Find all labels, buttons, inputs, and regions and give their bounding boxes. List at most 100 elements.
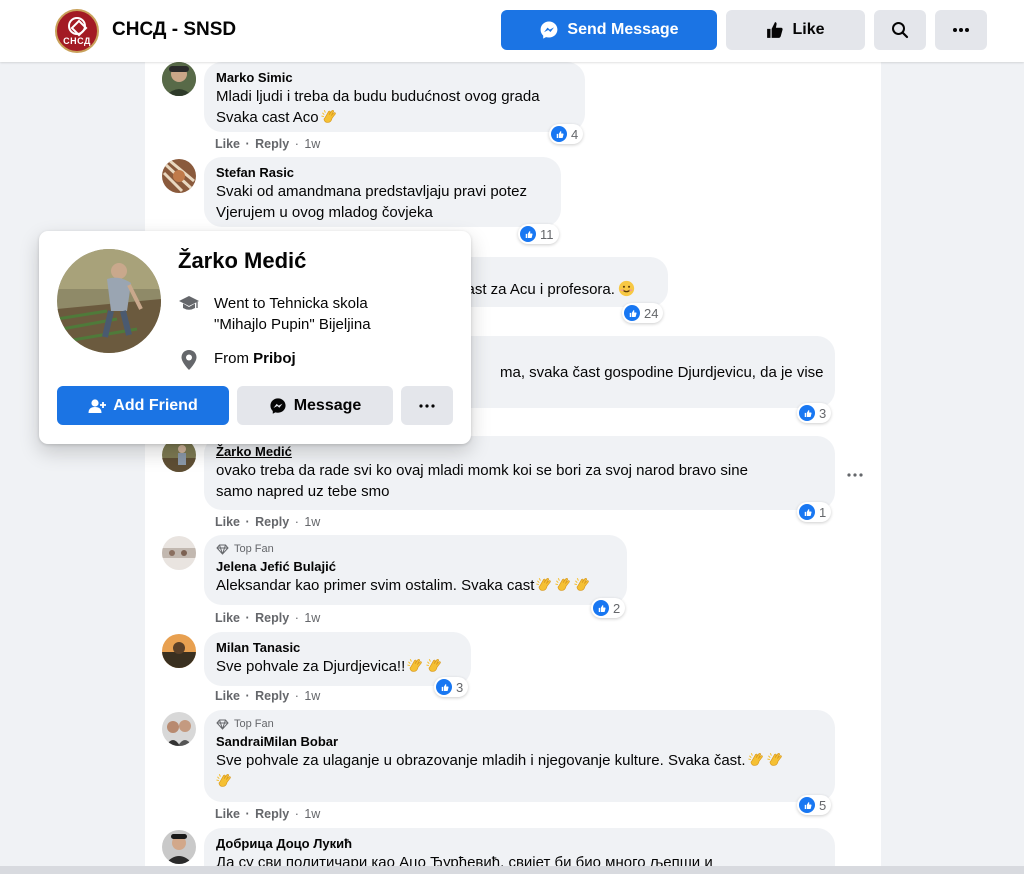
add-friend-button[interactable]: Add Friend bbox=[57, 386, 229, 425]
thumbs-up-icon bbox=[767, 22, 784, 38]
comment-timestamp[interactable]: 1w bbox=[304, 807, 320, 821]
search-button[interactable] bbox=[874, 10, 926, 50]
comment-bubble: Marko Simic Mladi ljudi i treba da budu … bbox=[204, 62, 585, 132]
comments-feed: Marko Simic Mladi ljudi i treba da budu … bbox=[145, 62, 881, 874]
avatar[interactable] bbox=[162, 830, 196, 864]
comment-timestamp[interactable]: 1w bbox=[304, 689, 320, 703]
more-dots-icon bbox=[953, 28, 969, 32]
add-friend-label: Add Friend bbox=[113, 396, 198, 414]
page-like-button[interactable]: Like bbox=[726, 10, 865, 50]
avatar[interactable] bbox=[162, 712, 196, 746]
hovercard-name[interactable]: Žarko Medić bbox=[178, 248, 306, 274]
comment-bubble: Žarko Medić ovako treba da rade svi ko o… bbox=[204, 436, 835, 510]
comment-bubble: Top Fan Jelena Jefić Bulajić Aleksandar … bbox=[204, 535, 627, 605]
comment-text: Sve pohvale za Djurdjevica!! bbox=[216, 658, 406, 675]
graduation-cap-icon bbox=[179, 296, 199, 310]
like-reaction-icon bbox=[799, 797, 815, 813]
like-action[interactable]: Like bbox=[215, 807, 240, 821]
reaction-count[interactable]: 4 bbox=[549, 124, 584, 144]
comment-text: ma, svaka čast gospodine Djurdjevicu, da… bbox=[500, 364, 824, 381]
comment-timestamp[interactable]: 1w bbox=[304, 515, 320, 529]
from-prefix: From bbox=[214, 350, 249, 367]
message-button[interactable]: Message bbox=[237, 386, 393, 425]
like-action[interactable]: Like bbox=[215, 515, 240, 529]
avatar[interactable] bbox=[162, 159, 196, 193]
more-options-button[interactable] bbox=[935, 10, 987, 50]
search-icon bbox=[892, 22, 909, 39]
top-fan-badge: Top Fan bbox=[216, 717, 823, 732]
comment-actions: Like · Reply · 1w bbox=[215, 515, 321, 529]
send-message-label: Send Message bbox=[567, 21, 679, 38]
reaction-count[interactable]: 1 bbox=[797, 502, 832, 522]
comment-timestamp[interactable]: 1w bbox=[304, 611, 320, 625]
comment-text-line: Svaka cast Aco bbox=[216, 109, 319, 126]
avatar[interactable] bbox=[162, 634, 196, 668]
comment-actions: Like · Reply · 1w bbox=[215, 137, 321, 151]
comment-author[interactable]: Jelena Jefić Bulajić bbox=[216, 558, 615, 575]
clapping-hands-icon bbox=[426, 657, 443, 674]
comment-text-line: Vjerujem u ovog mladog čovjeka bbox=[216, 204, 433, 221]
like-reaction-icon bbox=[593, 600, 609, 616]
page-title[interactable]: СНСД - SNSD bbox=[112, 19, 236, 41]
comment-bubble: Stefan Rasic Svaki od amandmana predstav… bbox=[204, 157, 561, 227]
comment-author[interactable]: Stefan Rasic bbox=[216, 164, 549, 181]
reaction-count[interactable]: 2 bbox=[591, 598, 626, 618]
comment-author[interactable]: Добрица Доцо Лукић bbox=[216, 835, 823, 852]
comment-text-line: samo napred uz tebe smo bbox=[216, 483, 390, 500]
page-logo[interactable]: СНСД bbox=[55, 9, 99, 53]
like-reaction-icon bbox=[799, 504, 815, 520]
smiling-face-icon bbox=[618, 280, 635, 297]
send-message-button[interactable]: Send Message bbox=[501, 10, 717, 50]
comment-author[interactable]: SandraiMilan Bobar bbox=[216, 733, 823, 750]
bottom-scroll-area bbox=[0, 866, 1024, 874]
like-label: Like bbox=[792, 21, 825, 38]
clapping-hands-icon bbox=[574, 576, 591, 593]
comment-text: Sve pohvale za ulaganje u obrazovanje ml… bbox=[216, 752, 746, 769]
like-action[interactable]: Like bbox=[215, 611, 240, 625]
diamond-icon bbox=[216, 544, 229, 555]
location-pin-icon bbox=[181, 350, 197, 370]
comment-timestamp[interactable]: 1w bbox=[304, 137, 320, 151]
reaction-count[interactable]: 3 bbox=[434, 677, 469, 697]
reply-action[interactable]: Reply bbox=[255, 611, 289, 625]
clapping-hands-icon bbox=[536, 576, 553, 593]
like-action[interactable]: Like bbox=[215, 689, 240, 703]
comment-text: Mladi ljudi i treba da budu budućnost ov… bbox=[216, 88, 540, 105]
reaction-count[interactable]: 3 bbox=[797, 403, 832, 423]
hometown-link[interactable]: Priboj bbox=[253, 350, 296, 367]
comment-author[interactable]: Žarko Medić bbox=[216, 443, 823, 460]
more-dots-icon bbox=[847, 473, 863, 477]
reply-action[interactable]: Reply bbox=[255, 137, 289, 151]
comment-actions: Like · Reply · 1w bbox=[215, 807, 321, 821]
reaction-count[interactable]: 5 bbox=[797, 795, 832, 815]
clapping-hands-icon bbox=[748, 751, 765, 768]
reply-action[interactable]: Reply bbox=[255, 689, 289, 703]
like-action[interactable]: Like bbox=[215, 137, 240, 151]
comment-author[interactable]: Marko Simic bbox=[216, 69, 573, 86]
hometown-row: From Priboj bbox=[178, 348, 296, 371]
reply-action[interactable]: Reply bbox=[255, 807, 289, 821]
clapping-hands-icon bbox=[767, 751, 784, 768]
comment-bubble: Milan Tanasic Sve pohvale za Djurdjevica… bbox=[204, 632, 471, 686]
comment-bubble: Top Fan SandraiMilan Bobar Sve pohvale z… bbox=[204, 710, 835, 802]
reaction-count[interactable]: 24 bbox=[622, 303, 664, 323]
comment-author[interactable]: Milan Tanasic bbox=[216, 639, 459, 656]
clapping-hands-icon bbox=[216, 772, 233, 789]
education-row: Went to Tehnicka skola "Mihajlo Pupin" B… bbox=[178, 293, 371, 335]
comment-options-button[interactable] bbox=[847, 464, 863, 480]
comment-actions: Like · Reply · 1w bbox=[215, 689, 321, 703]
reply-action[interactable]: Reply bbox=[255, 515, 289, 529]
message-label: Message bbox=[293, 396, 362, 414]
like-reaction-icon bbox=[436, 679, 452, 695]
more-dots-icon bbox=[419, 403, 435, 408]
hovercard-more-button[interactable] bbox=[401, 386, 453, 425]
comment-text: čast za Acu i profesora. bbox=[459, 281, 615, 298]
like-reaction-icon bbox=[551, 126, 567, 142]
education-line: "Mihajlo Pupin" Bijeljina bbox=[214, 316, 371, 333]
avatar[interactable] bbox=[162, 62, 196, 96]
logo-emblem-icon bbox=[68, 16, 86, 35]
clapping-hands-icon bbox=[321, 108, 338, 125]
hovercard-avatar[interactable] bbox=[57, 249, 161, 353]
reaction-count[interactable]: 11 bbox=[518, 224, 559, 244]
avatar[interactable] bbox=[162, 536, 196, 570]
